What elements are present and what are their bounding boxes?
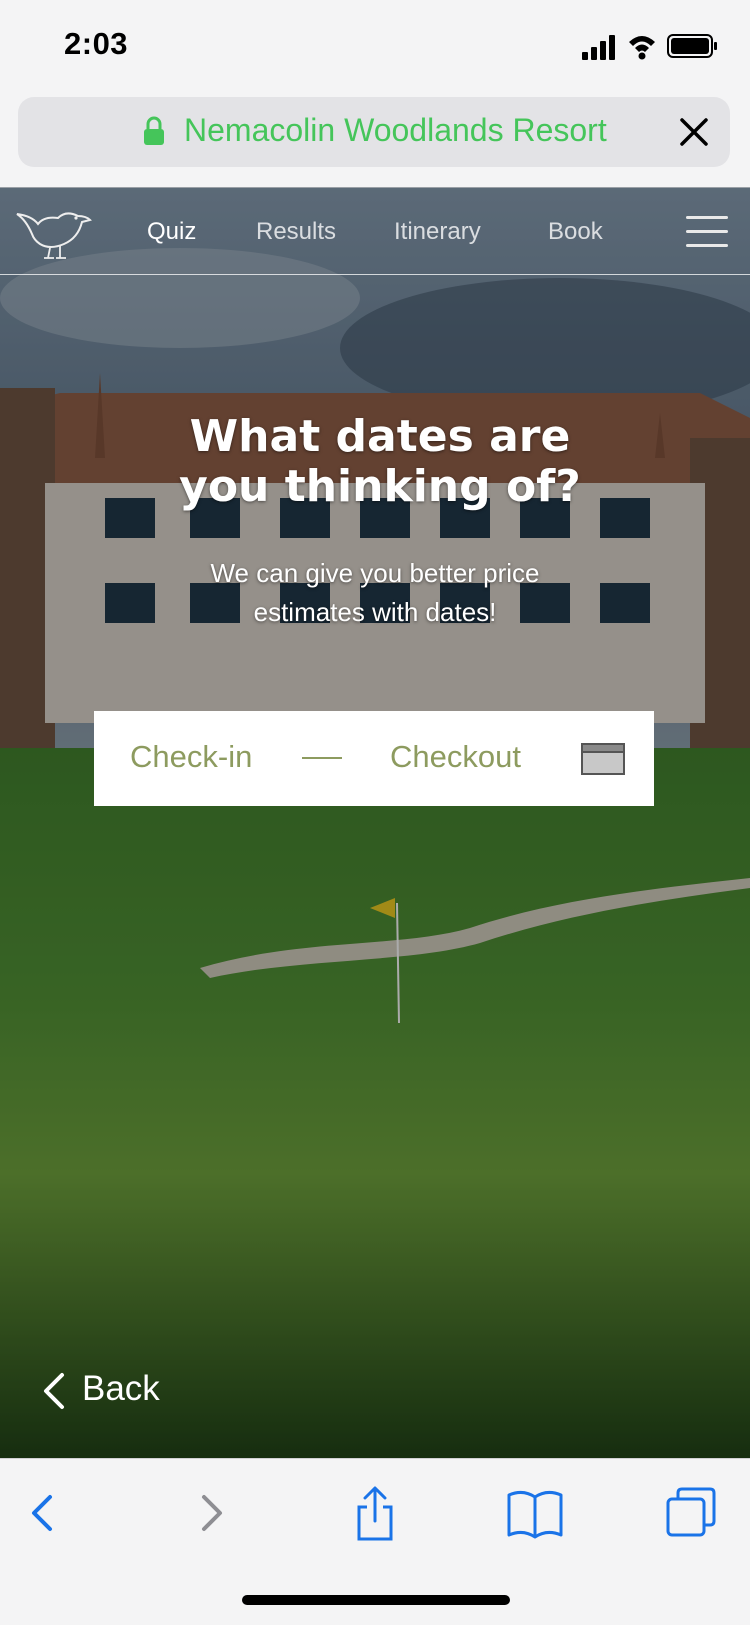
chevron-left-icon bbox=[44, 1373, 64, 1409]
question-line-2: you thinking of? bbox=[179, 461, 581, 512]
share-icon[interactable] bbox=[345, 1485, 405, 1541]
calendar-icon[interactable] bbox=[581, 743, 625, 775]
home-indicator bbox=[242, 1595, 510, 1605]
date-range-picker[interactable]: Check-in Checkout bbox=[94, 711, 654, 806]
question-heading: What dates are you thinking of? bbox=[0, 412, 750, 512]
date-separator bbox=[302, 757, 342, 759]
wifi-icon bbox=[629, 36, 655, 60]
back-label: Back bbox=[82, 1369, 160, 1408]
lock-icon bbox=[144, 116, 164, 145]
nav-item-itinerary[interactable]: Itinerary bbox=[394, 218, 481, 246]
bookmarks-icon[interactable] bbox=[505, 1485, 565, 1541]
checkin-field[interactable]: Check-in bbox=[130, 739, 252, 775]
checkout-field[interactable]: Checkout bbox=[390, 739, 521, 775]
nav-item-results[interactable]: Results bbox=[256, 218, 336, 246]
nav-item-quiz[interactable]: Quiz bbox=[147, 218, 196, 246]
battery-icon bbox=[667, 34, 717, 58]
close-icon[interactable] bbox=[674, 112, 714, 152]
status-bar: 2:03 bbox=[0, 0, 750, 90]
browser-back-icon[interactable] bbox=[14, 1485, 74, 1541]
nav-item-book[interactable]: Book bbox=[548, 218, 603, 246]
url-bar[interactable]: Nemacolin Woodlands Resort bbox=[18, 97, 730, 167]
question-line-1: What dates are bbox=[189, 411, 571, 462]
site-nav: Quiz Results Itinerary Book bbox=[0, 188, 750, 275]
status-icons bbox=[582, 34, 717, 60]
tabs-icon[interactable] bbox=[664, 1485, 724, 1541]
signal-icon bbox=[582, 35, 615, 60]
browser-forward-icon[interactable] bbox=[180, 1485, 240, 1541]
question-subtitle: We can give you better price estimates w… bbox=[210, 558, 540, 627]
url-site-name: Nemacolin Woodlands Resort bbox=[184, 112, 607, 148]
hero-overlay bbox=[0, 188, 750, 1458]
hero-section: Quiz Results Itinerary Book What dates a… bbox=[0, 188, 750, 1458]
browser-toolbar bbox=[0, 1458, 750, 1625]
bird-logo-icon[interactable] bbox=[14, 204, 94, 262]
hamburger-menu-icon[interactable] bbox=[686, 216, 728, 248]
status-time: 2:03 bbox=[64, 26, 129, 61]
